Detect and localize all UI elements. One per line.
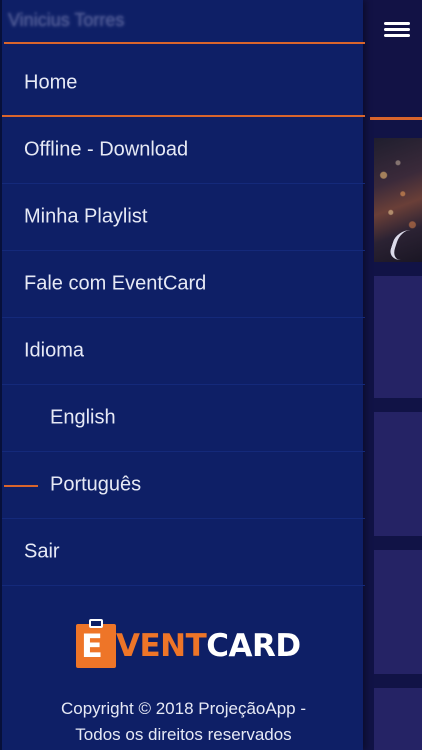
nav-item-english[interactable]: English bbox=[2, 385, 365, 452]
nav-item-label: Idioma bbox=[24, 339, 85, 362]
nav-item-label: Home bbox=[24, 71, 78, 93]
nav-item-sair[interactable]: Sair bbox=[2, 519, 365, 586]
event-card[interactable] bbox=[374, 688, 422, 750]
nav-item-minha-playlist[interactable]: Minha Playlist bbox=[2, 184, 365, 251]
drawer-header-divider bbox=[4, 42, 365, 44]
nav-item-label: English bbox=[50, 406, 116, 429]
event-thumbnail[interactable] bbox=[374, 138, 422, 262]
event-card[interactable] bbox=[374, 276, 422, 398]
event-card[interactable] bbox=[374, 412, 422, 536]
copyright-text: Copyright © 2018 ProjeçãoApp - Todos os … bbox=[61, 699, 306, 744]
selected-language-marker bbox=[4, 485, 38, 487]
hamburger-icon[interactable] bbox=[380, 18, 414, 44]
nav-item-fale-com-eventcard[interactable]: Fale com EventCard bbox=[2, 251, 365, 318]
nav-item-idioma[interactable]: Idioma bbox=[2, 318, 365, 385]
nav-item-portugues[interactable]: Português bbox=[2, 452, 365, 519]
nav-item-label: Sair bbox=[24, 540, 60, 563]
nav-item-offline-download[interactable]: Offline - Download bbox=[2, 117, 365, 184]
nav-item-label: Fale com EventCard bbox=[24, 272, 207, 295]
nav-item-label: Offline - Download bbox=[24, 138, 189, 161]
eventcard-logo: E VENTCARD bbox=[76, 619, 301, 670]
header-accent-line bbox=[370, 117, 422, 120]
user-name: Vinicius Torres bbox=[8, 10, 125, 30]
nav-item-label: Minha Playlist bbox=[24, 205, 148, 228]
event-card[interactable] bbox=[374, 550, 422, 674]
logo-letter: E bbox=[81, 627, 103, 665]
nav-item-label: Português bbox=[50, 473, 142, 496]
side-drawer: Vinicius Torres Home Offline - Download … bbox=[0, 0, 365, 750]
nav-item-home[interactable]: Home bbox=[2, 50, 365, 117]
drawer-header: Vinicius Torres bbox=[2, 0, 365, 44]
logo-wordmark: VENTCARD bbox=[116, 628, 301, 664]
logo-mark: E bbox=[76, 619, 116, 668]
